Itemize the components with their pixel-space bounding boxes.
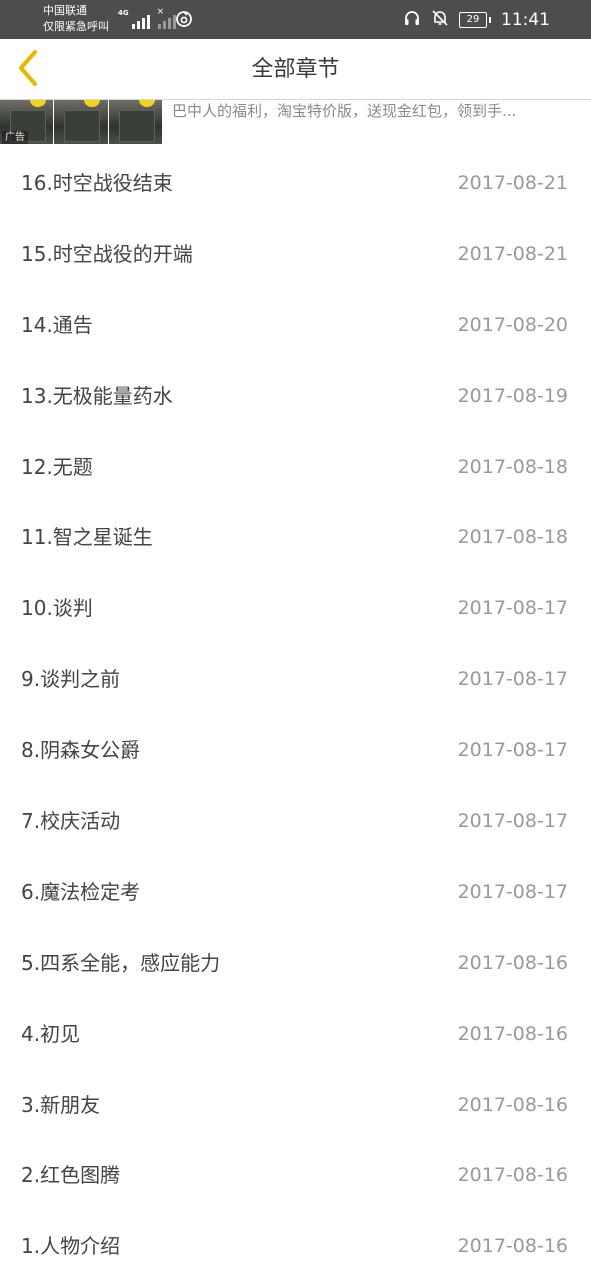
chapter-item[interactable]: 11.智之星诞生 2017-08-18 <box>0 502 591 573</box>
chapter-title: 6.魔法检定考 <box>21 879 141 904</box>
chapter-date: 2017-08-17 <box>457 810 568 833</box>
chapter-date: 2017-08-16 <box>457 1022 568 1045</box>
battery-icon: 29 <box>459 11 491 28</box>
battery-level: 29 <box>466 13 480 25</box>
chapter-date: 2017-08-17 <box>457 597 568 620</box>
carrier-name: 中国联通 <box>43 4 87 17</box>
chapter-item[interactable]: 10.谈判 2017-08-17 <box>0 573 591 644</box>
chapter-item[interactable]: 16.时空战役结束 2017-08-21 <box>0 148 591 219</box>
chapter-date: 2017-08-17 <box>457 880 568 903</box>
chapter-date: 2017-08-20 <box>457 313 568 336</box>
chapter-date: 2017-08-16 <box>457 1093 568 1116</box>
signal-indicator: 4G × <box>118 7 176 29</box>
chapter-date: 2017-08-16 <box>457 1164 568 1187</box>
ad-banner[interactable]: 广告 巴中人的福利，淘宝特价版，送现金红包，领到手... <box>0 100 591 144</box>
chapter-item[interactable]: 12.无题 2017-08-18 <box>0 432 591 503</box>
signal-bars-icon <box>131 11 150 29</box>
signal-bars-sim2-icon: × <box>157 7 176 29</box>
ad-image <box>54 100 108 144</box>
status-bar: 中国联通 仅限紧急呼叫 4G × 29 11:41 <box>0 0 591 39</box>
page-title: 全部章节 <box>251 57 340 82</box>
emergency-only-text: 仅限紧急呼叫 <box>43 20 109 33</box>
chapter-item[interactable]: 15.时空战役的开端 2017-08-21 <box>0 219 591 290</box>
chapter-title: 5.四系全能，感应能力 <box>21 950 221 975</box>
chapter-date: 2017-08-17 <box>457 739 568 762</box>
chapter-title: 8.阴森女公爵 <box>21 738 141 763</box>
chapter-date: 2017-08-21 <box>457 172 568 194</box>
headset-icon <box>403 9 421 31</box>
ad-badge: 广告 <box>2 131 28 144</box>
ad-image <box>108 100 162 144</box>
chapter-item[interactable]: 14.通告 2017-08-20 <box>0 290 591 361</box>
title-bar: 全部章节 <box>0 39 591 100</box>
chapter-title: 10.谈判 <box>21 596 93 621</box>
chapter-date: 2017-08-19 <box>457 384 568 407</box>
chapter-title: 4.初见 <box>21 1021 81 1046</box>
chapter-title: 15.时空战役的开端 <box>21 241 193 266</box>
chapter-title: 7.校庆活动 <box>21 809 121 834</box>
status-right-group: 29 11:41 <box>403 0 550 39</box>
clock: 11:41 <box>501 9 550 30</box>
chapter-item[interactable]: 2.红色图腾 2017-08-16 <box>0 1140 591 1211</box>
chapter-item[interactable]: 6.魔法检定考 2017-08-17 <box>0 857 591 928</box>
chapter-item[interactable]: 1.人物介绍 2017-08-16 <box>0 1211 591 1282</box>
chapter-date: 2017-08-17 <box>457 668 568 691</box>
chapter-title: 3.新朋友 <box>21 1092 101 1117</box>
chapter-date: 2017-08-21 <box>457 242 568 265</box>
chapter-item[interactable]: 4.初见 2017-08-16 <box>0 999 591 1070</box>
ad-text: 巴中人的福利，淘宝特价版，送现金红包，领到手... <box>172 102 517 120</box>
chapter-title: 16.时空战役结束 <box>21 171 173 195</box>
chapter-title: 11.智之星诞生 <box>21 525 153 550</box>
chapter-item[interactable]: 5.四系全能，感应能力 2017-08-16 <box>0 928 591 999</box>
chapter-title: 1.人物介绍 <box>21 1234 121 1259</box>
chapter-date: 2017-08-18 <box>457 455 568 478</box>
chapter-title: 9.谈判之前 <box>21 667 121 692</box>
chapter-title: 12.无题 <box>21 454 93 479</box>
chapter-item[interactable]: 13.无极能量药水 2017-08-19 <box>0 361 591 432</box>
chapter-title: 13.无极能量药水 <box>21 383 173 408</box>
ad-image-strip: 广告 <box>0 100 163 144</box>
chapter-list: 16.时空战役结束 2017-08-21 15.时空战役的开端 2017-08-… <box>0 148 591 1282</box>
network-type: 4G <box>118 9 129 17</box>
chapter-item[interactable]: 9.谈判之前 2017-08-17 <box>0 644 591 715</box>
chapter-title: 14.通告 <box>21 312 93 337</box>
chapter-date: 2017-08-16 <box>457 951 568 974</box>
chapter-item[interactable]: 7.校庆活动 2017-08-17 <box>0 786 591 857</box>
chapter-date: 2017-08-18 <box>457 526 568 549</box>
chapter-date: 2017-08-16 <box>457 1235 568 1258</box>
chapter-item[interactable]: 8.阴森女公爵 2017-08-17 <box>0 715 591 786</box>
chapter-item[interactable]: 3.新朋友 2017-08-16 <box>0 1070 591 1141</box>
hotspot-icon <box>175 10 193 32</box>
carrier-info: 中国联通 仅限紧急呼叫 <box>43 3 109 35</box>
chapter-title: 2.红色图腾 <box>21 1163 121 1188</box>
bell-off-icon <box>431 9 449 31</box>
